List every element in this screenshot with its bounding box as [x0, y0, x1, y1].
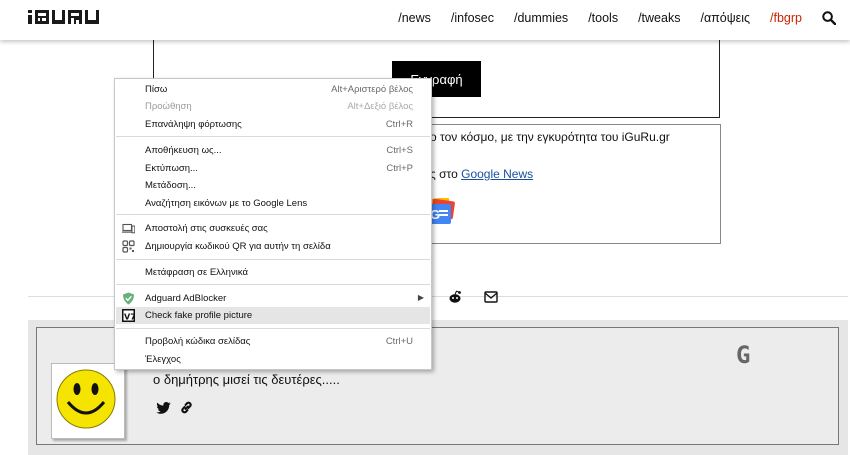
smiley-avatar-icon [56, 369, 116, 429]
email-share-icon[interactable] [484, 291, 498, 303]
menu-item-print[interactable]: Εκτύπωση... Ctrl+P [116, 160, 430, 177]
menu-item-shortcut: Ctrl+U [385, 336, 413, 347]
menu-item-label: Έλεγχος [145, 354, 181, 365]
menu-item-label: Προβολή κώδικα σελίδας [145, 336, 251, 347]
nav-link-infosec[interactable]: /infosec [451, 11, 494, 25]
menu-item-label: Δημιουργία κωδικού QR για αυτήν τη σελίδ… [145, 241, 331, 252]
menu-item-label: Προώθηση [145, 101, 192, 112]
menu-item-label: Αναζήτηση εικόνων με το Google Lens [145, 198, 308, 209]
menu-item-adguard[interactable]: Adguard AdBlocker ▶ [116, 290, 430, 307]
menu-item-label: Μετάδοση... [145, 180, 196, 191]
nav-link-fbgrp[interactable]: /fbgrp [770, 11, 802, 25]
qr-code-icon [122, 240, 135, 253]
devices-icon [122, 223, 135, 234]
svg-text:V7: V7 [124, 313, 135, 322]
google-news-link[interactable]: Google News [461, 167, 533, 181]
nav-link-dummies[interactable]: /dummies [514, 11, 568, 25]
menu-item-shortcut: Alt+Αριστερό βέλος [331, 84, 413, 95]
nav-link-tweaks[interactable]: /tweaks [638, 11, 680, 25]
v7-extension-icon: V7 [122, 309, 135, 322]
info-box-text: ο τον κόσμο, με την εγκυρότητα του iGuRu… [430, 130, 670, 144]
submenu-arrow-icon: ▶ [417, 293, 424, 302]
menu-item-cast[interactable]: Μετάδοση... [116, 177, 430, 194]
menu-separator [116, 284, 430, 285]
avatar [51, 363, 125, 439]
top-navbar: /news /infosec /dummies /tools /tweaks /… [0, 0, 850, 40]
g-logo-icon: G [736, 343, 750, 365]
menu-item-qr-code[interactable]: Δημιουργία κωδικού QR για αυτήν τη σελίδ… [116, 238, 430, 255]
menu-item-shortcut: Ctrl+S [386, 145, 413, 156]
context-menu: Πίσω Alt+Αριστερό βέλος Προώθηση Alt+Δεξ… [114, 78, 432, 370]
google-news-prefix: ς στο [430, 167, 462, 181]
menu-item-back[interactable]: Πίσω Alt+Αριστερό βέλος [116, 81, 430, 98]
menu-separator [116, 136, 430, 137]
comment-text: ο δημήτρης μισεί τις δευτέρες..... [153, 372, 340, 387]
adguard-shield-icon [123, 292, 134, 305]
menu-item-send-to-devices[interactable]: Αποστολή στις συσκευές σας [116, 220, 430, 237]
menu-item-shortcut: Ctrl+P [386, 163, 413, 174]
menu-item-label: Επανάληψη φόρτωσης [145, 119, 242, 130]
reddit-share-icon[interactable] [448, 290, 462, 304]
twitter-icon[interactable] [156, 402, 171, 414]
menu-item-label: Πίσω [145, 84, 168, 95]
nav-link-tools[interactable]: /tools [588, 11, 618, 25]
menu-item-inspect[interactable]: Έλεγχος [116, 351, 430, 368]
menu-item-label: Check fake profile picture [145, 310, 253, 321]
menu-item-view-source[interactable]: Προβολή κώδικα σελίδας Ctrl+U [116, 333, 430, 350]
menu-item-label: Αποστολή στις συσκευές σας [145, 223, 268, 234]
menu-item-translate[interactable]: Μετάφραση σε Ελληνικά [116, 264, 430, 281]
permalink-icon[interactable] [179, 400, 194, 415]
menu-item-check-fake-profile[interactable]: V7 Check fake profile picture [116, 307, 430, 324]
menu-separator [116, 214, 430, 215]
menu-item-label: Μετάφραση σε Ελληνικά [145, 267, 248, 278]
menu-item-reload[interactable]: Επανάληψη φόρτωσης Ctrl+R [116, 116, 430, 133]
menu-item-label: Εκτύπωση... [145, 163, 198, 174]
menu-item-label: Αποθήκευση ως... [145, 145, 222, 156]
menu-item-label: Adguard AdBlocker [145, 293, 227, 304]
search-icon[interactable] [822, 11, 836, 25]
site-logo[interactable] [28, 9, 102, 25]
menu-item-google-lens[interactable]: Αναζήτηση εικόνων με το Google Lens [116, 195, 430, 212]
g-logo-text: G [736, 343, 750, 365]
nav-link-news[interactable]: /news [398, 11, 431, 25]
menu-separator [116, 259, 430, 260]
google-news-line: ς στο Google News [430, 167, 533, 181]
menu-item-forward: Προώθηση Alt+Δεξιό βέλος [116, 98, 430, 115]
menu-item-shortcut: Alt+Δεξιό βέλος [347, 101, 413, 112]
nav-link-apopseis[interactable]: /απόψεις [700, 11, 750, 25]
menu-item-shortcut: Ctrl+R [385, 119, 413, 130]
menu-item-save-as[interactable]: Αποθήκευση ως... Ctrl+S [116, 142, 430, 159]
menu-separator [116, 328, 430, 329]
